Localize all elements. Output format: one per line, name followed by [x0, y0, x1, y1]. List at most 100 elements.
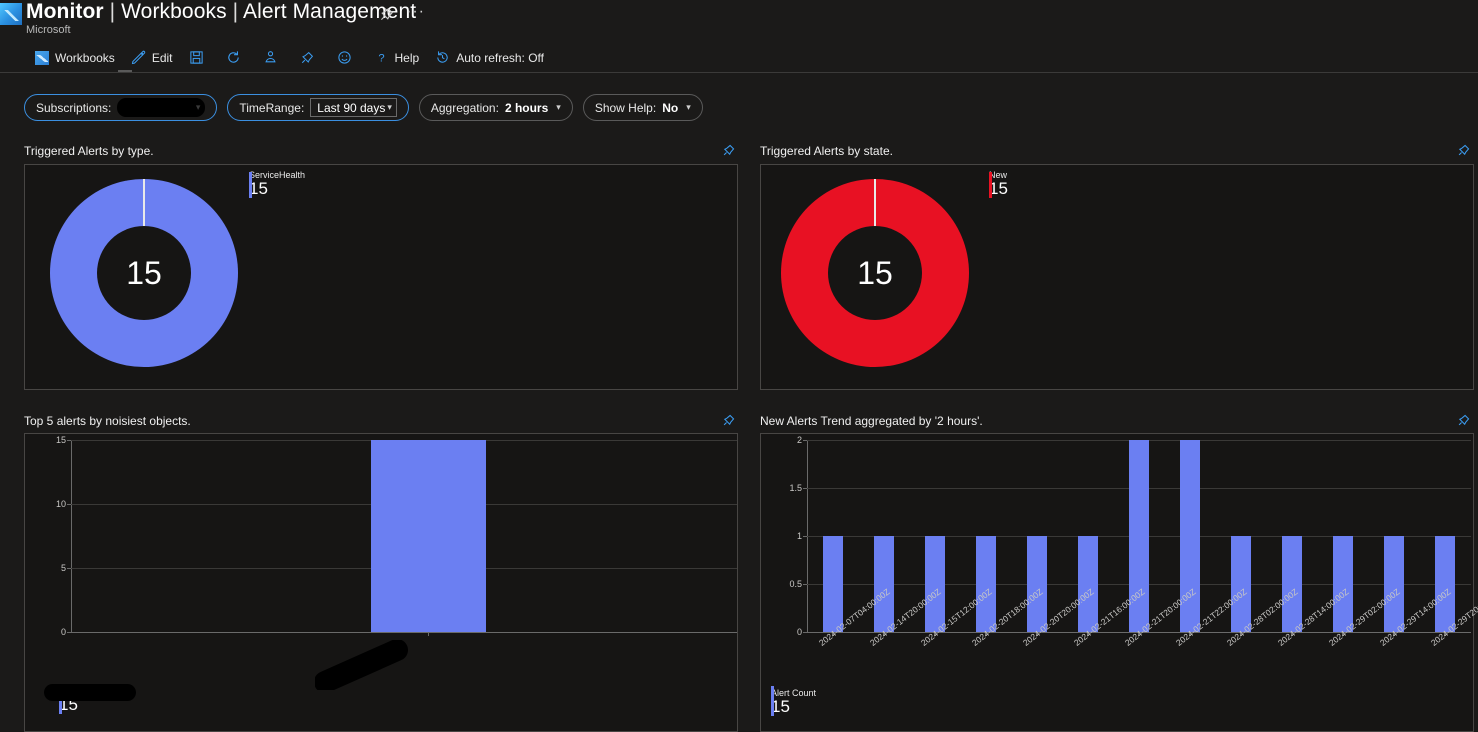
bar[interactable] — [823, 536, 843, 632]
y-tick-mark — [803, 440, 807, 441]
command-help-label: Help — [395, 51, 420, 65]
donut-center-value: 15 — [828, 226, 922, 320]
filter-subscriptions[interactable]: Subscriptions: ▾ — [24, 94, 217, 121]
redaction-mark-legend-name — [44, 684, 136, 701]
command-help[interactable]: ? Help — [366, 46, 428, 70]
panel-new-alerts-trend: 00.511.52 2024-02-07T04:00:00Z2024-02-14… — [760, 433, 1474, 732]
chevron-down-icon: ▾ — [196, 102, 201, 113]
plot-area: 00.511.52 — [807, 440, 1471, 632]
panel-alerts-by-type: 15 ServiceHealth 15 — [24, 164, 738, 390]
x-tick-mark — [428, 632, 429, 636]
command-workbooks-label: Workbooks — [55, 51, 115, 65]
legend-color-swatch — [771, 686, 774, 716]
command-feedback[interactable] — [329, 46, 366, 70]
bar[interactable] — [1435, 536, 1455, 632]
y-tick-mark — [67, 632, 71, 633]
legend-alerts-by-type: ServiceHealth 15 — [249, 171, 305, 198]
donut-center-value: 15 — [97, 226, 191, 320]
command-edit-label: Edit — [152, 51, 173, 65]
bar[interactable] — [874, 536, 894, 632]
legend-color-swatch — [249, 172, 252, 198]
y-tick-label: 0 — [797, 627, 802, 637]
legend-new-alerts-trend: Alert Count 15 — [771, 689, 816, 716]
page-title-separator-2: | — [233, 0, 239, 23]
title-bar: Monitor | Workbooks | Alert Management M… — [0, 0, 1478, 42]
chevron-down-icon: ▾ — [686, 102, 691, 113]
legend-item-value: 15 — [771, 698, 816, 716]
filter-timerange[interactable]: TimeRange: Last 90 days ▾ — [227, 94, 409, 121]
y-tick-mark — [67, 568, 71, 569]
filter-subscriptions-label: Subscriptions: — [36, 101, 111, 115]
filter-bar: Subscriptions: ▾ TimeRange: Last 90 days… — [24, 94, 703, 121]
panel-title-alerts-by-type: Triggered Alerts by type. — [24, 144, 154, 158]
filter-show-help-value: No — [662, 101, 678, 115]
refresh-icon — [226, 50, 241, 65]
filter-aggregation[interactable]: Aggregation: 2 hours ▾ — [419, 94, 573, 121]
bar[interactable] — [371, 440, 486, 632]
subscriptions-select[interactable]: ▾ — [117, 98, 205, 117]
command-auto-refresh-label: Auto refresh: Off — [456, 51, 544, 65]
y-tick-label: 5 — [61, 563, 66, 573]
redaction-mark-x-label — [315, 640, 411, 690]
pin-icon[interactable] — [379, 6, 395, 22]
bar[interactable] — [1282, 536, 1302, 632]
bar[interactable] — [1384, 536, 1404, 632]
command-edit[interactable]: Edit — [123, 46, 181, 70]
panel-title-new-alerts-trend: New Alerts Trend aggregated by '2 hours'… — [760, 414, 983, 428]
command-pin[interactable] — [292, 46, 329, 70]
page-subtitle: Microsoft — [26, 24, 71, 36]
y-tick-mark — [803, 536, 807, 537]
y-tick-mark — [67, 504, 71, 505]
filter-show-help[interactable]: Show Help: No ▾ — [583, 94, 703, 121]
bar[interactable] — [976, 536, 996, 632]
pin-icon — [300, 50, 315, 65]
panel-title-alerts-by-state: Triggered Alerts by state. — [760, 144, 893, 158]
pin-icon[interactable] — [722, 143, 736, 157]
save-icon — [189, 50, 204, 65]
y-tick-label: 0 — [61, 627, 66, 637]
legend-item-value: 15 — [249, 180, 305, 198]
feedback-smiley-icon — [337, 50, 352, 65]
pin-icon[interactable] — [722, 413, 736, 427]
page-title-separator-1: | — [110, 0, 116, 23]
donut-alerts-by-type[interactable]: 15 — [50, 179, 238, 367]
command-refresh[interactable] — [218, 46, 255, 70]
bar[interactable] — [1231, 536, 1251, 632]
command-workbooks[interactable]: Workbooks — [26, 46, 123, 70]
filter-aggregation-value: 2 hours — [505, 101, 548, 115]
workbook-icon — [34, 50, 49, 65]
ellipsis-icon[interactable]: ··· — [406, 3, 425, 21]
clock-history-icon — [435, 50, 450, 65]
bar[interactable] — [1078, 536, 1098, 632]
y-tick-label: 15 — [56, 435, 66, 445]
panel-title-noisiest-objects: Top 5 alerts by noisiest objects. — [24, 414, 191, 428]
pin-icon[interactable] — [1457, 413, 1471, 427]
command-bar: Workbooks Edit — [0, 44, 1478, 71]
page-title-secondary: Workbooks — [121, 0, 227, 23]
bar[interactable] — [925, 536, 945, 632]
y-tick-mark — [67, 440, 71, 441]
y-axis — [71, 440, 72, 632]
y-tick-label: 1 — [797, 531, 802, 541]
legend-alerts-by-state: New 15 — [989, 171, 1008, 198]
page-title: Monitor | Workbooks | Alert Management — [26, 0, 416, 24]
filter-timerange-label: TimeRange: — [239, 101, 304, 115]
app-root: Monitor | Workbooks | Alert Management M… — [0, 0, 1478, 732]
command-share[interactable] — [255, 46, 292, 70]
bar[interactable] — [1027, 536, 1047, 632]
filter-show-help-label: Show Help: — [595, 101, 656, 115]
pin-icon[interactable] — [1457, 143, 1471, 157]
timerange-select-value: Last 90 days — [317, 101, 385, 115]
y-tick-mark — [803, 584, 807, 585]
command-auto-refresh[interactable]: Auto refresh: Off — [427, 46, 552, 70]
donut-alerts-by-state[interactable]: 15 — [781, 179, 969, 367]
command-save[interactable] — [181, 46, 218, 70]
timerange-select[interactable]: Last 90 days ▾ — [310, 98, 397, 117]
chevron-down-icon: ▾ — [556, 102, 561, 113]
svg-text:?: ? — [378, 53, 384, 65]
plot-area: 15 10 5 0 — [71, 440, 737, 632]
question-mark-icon: ? — [374, 50, 389, 65]
bar[interactable] — [1333, 536, 1353, 632]
share-icon — [263, 50, 278, 65]
filter-aggregation-label: Aggregation: — [431, 101, 499, 115]
